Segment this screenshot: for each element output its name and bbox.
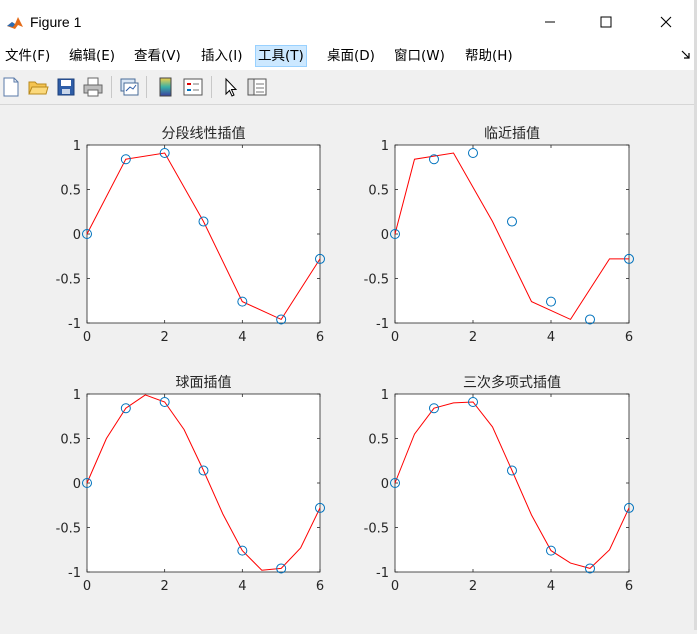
- minimize-icon: [545, 21, 555, 23]
- y-tick-label: 1: [73, 388, 81, 403]
- close-button[interactable]: [643, 8, 689, 36]
- x-tick-label: 0: [391, 330, 399, 345]
- y-tick-label: 0.5: [60, 433, 81, 448]
- y-tick-label: -0.5: [56, 522, 81, 537]
- maximize-button[interactable]: [583, 8, 629, 36]
- matlab-logo-icon: [6, 14, 24, 32]
- subplot-title: 球面插值: [176, 375, 232, 391]
- y-tick-label: 0: [73, 228, 81, 243]
- menu-edit[interactable]: 编辑(E): [67, 46, 117, 66]
- save-icon[interactable]: [55, 76, 77, 98]
- x-tick-label: 2: [469, 579, 477, 594]
- y-tick-label: 1: [381, 388, 389, 403]
- x-tick-label: 4: [547, 330, 555, 345]
- maximize-icon: [600, 16, 612, 28]
- x-tick-label: 6: [316, 579, 324, 594]
- subplot-4: 三次多项式插值 0 2 4 6 1 0.5 0 -0.5 -1: [364, 374, 634, 594]
- minimize-button[interactable]: [527, 8, 573, 36]
- link-plot-icon[interactable]: [118, 76, 140, 98]
- menu-view[interactable]: 查看(V): [132, 46, 183, 66]
- select-pointer-icon[interactable]: [220, 76, 242, 98]
- colorbar-icon[interactable]: [155, 76, 177, 98]
- subplot-title: 三次多项式插值: [463, 374, 561, 391]
- axes-box[interactable]: [394, 144, 630, 324]
- x-tick-label: 2: [161, 330, 169, 345]
- window-titlebar: Figure 1: [0, 0, 697, 42]
- menu-window[interactable]: 窗口(W): [392, 46, 447, 66]
- y-tick-label: -1: [376, 317, 389, 332]
- menu-desktop[interactable]: 桌面(D): [325, 46, 377, 66]
- subplots-svg: 分段线性插值 0 2 4 6 1 0.5 0 -0.5 -1 临近插值 0 2 4 6 1 0.5 0 -0.5 -1…: [56, 126, 634, 594]
- x-tick-label: 4: [238, 330, 246, 345]
- y-tick-label: 0.5: [368, 433, 389, 448]
- x-tick-label: 4: [238, 579, 246, 594]
- menu-tools[interactable]: 工具(T): [255, 45, 307, 67]
- menu-insert[interactable]: 插入(I): [199, 46, 245, 66]
- menu-file[interactable]: 文件(F): [3, 46, 52, 66]
- x-tick-label: 6: [625, 330, 633, 345]
- axes-box[interactable]: [86, 393, 321, 573]
- subplot-title: 临近插值: [484, 126, 540, 142]
- subplot-2: 临近插值 0 2 4 6 1 0.5 0 -0.5 -1: [364, 126, 634, 345]
- subplot-3: 球面插值 0 2 4 6 1 0.5 0 -0.5 -1: [56, 375, 325, 594]
- toolbar-separator: [211, 76, 212, 98]
- y-tick-label: -0.5: [364, 522, 389, 537]
- axes-box[interactable]: [86, 144, 321, 324]
- x-tick-label: 6: [625, 579, 633, 594]
- y-tick-label: -0.5: [56, 273, 81, 288]
- close-icon: [660, 16, 672, 28]
- x-tick-label: 6: [316, 330, 324, 345]
- toolbar-separator: [146, 76, 147, 98]
- y-tick-label: 0: [381, 228, 389, 243]
- x-tick-label: 0: [83, 579, 91, 594]
- window-title: Figure 1: [30, 14, 82, 30]
- x-tick-label: 2: [161, 579, 169, 594]
- new-figure-icon[interactable]: [0, 76, 22, 98]
- property-inspector-icon[interactable]: [246, 76, 268, 98]
- x-tick-label: 0: [391, 579, 399, 594]
- dock-arrow-icon[interactable]: [681, 50, 691, 60]
- y-tick-label: 1: [381, 139, 389, 154]
- x-tick-label: 4: [547, 579, 555, 594]
- y-tick-label: 1: [73, 139, 81, 154]
- y-tick-label: -1: [68, 317, 81, 332]
- y-tick-label: -1: [376, 566, 389, 581]
- y-tick-label: 0.5: [60, 184, 81, 199]
- x-tick-label: 2: [469, 330, 477, 345]
- menu-help[interactable]: 帮助(H): [463, 46, 515, 66]
- subplot-1: 分段线性插值 0 2 4 6 1 0.5 0 -0.5 -1: [56, 126, 325, 345]
- y-tick-label: 0: [381, 477, 389, 492]
- figure-canvas: 分段线性插值 0 2 4 6 1 0.5 0 -0.5 -1 临近插值 0 2 4 6 1 0.5 0 -0.5 -1…: [0, 105, 697, 630]
- subplot-title: 分段线性插值: [162, 126, 246, 142]
- open-file-icon[interactable]: [27, 76, 49, 98]
- menu-bar: 文件(F) 编辑(E) 查看(V) 插入(I) 工具(T) 桌面(D) 窗口(W…: [0, 42, 697, 70]
- y-tick-label: 0.5: [368, 184, 389, 199]
- x-tick-label: 0: [83, 330, 91, 345]
- y-tick-label: 0: [73, 477, 81, 492]
- figure-toolbar: [0, 70, 697, 105]
- y-tick-label: -0.5: [364, 273, 389, 288]
- axes-box[interactable]: [394, 393, 630, 573]
- y-tick-label: -1: [68, 566, 81, 581]
- legend-icon[interactable]: [182, 76, 204, 98]
- toolbar-separator: [111, 76, 112, 98]
- print-icon[interactable]: [82, 76, 104, 98]
